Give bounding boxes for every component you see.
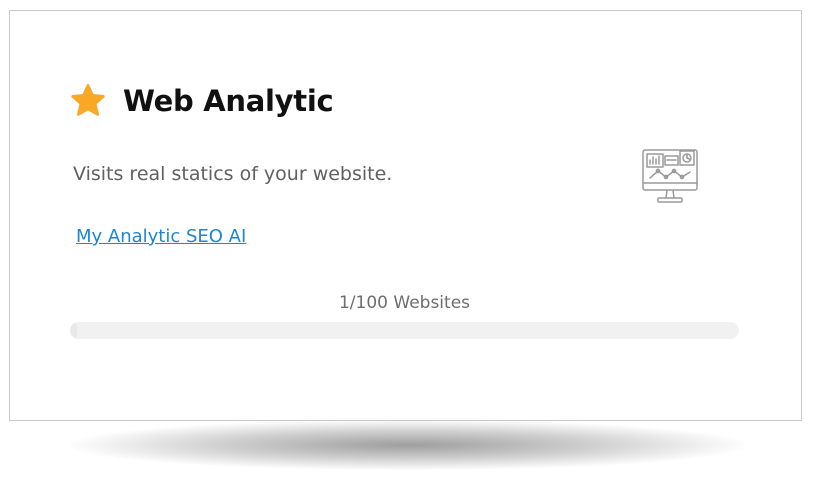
usage-progress-bar	[70, 322, 739, 339]
usage-label: 1/100 Websites	[338, 293, 471, 313]
card-title: Web Analytic	[123, 84, 334, 118]
usage-progress-fill	[70, 322, 77, 339]
analytics-monitor-icon	[642, 149, 698, 203]
card-description: Visits real statics of your website.	[73, 163, 393, 185]
analytic-seo-link[interactable]: My Analytic SEO AI	[76, 226, 246, 247]
card-shadow	[70, 420, 745, 470]
card-header: Web Analytic	[68, 81, 334, 121]
plan-card: Web Analytic Visits real statics of your…	[9, 10, 802, 421]
star-icon	[71, 84, 105, 116]
